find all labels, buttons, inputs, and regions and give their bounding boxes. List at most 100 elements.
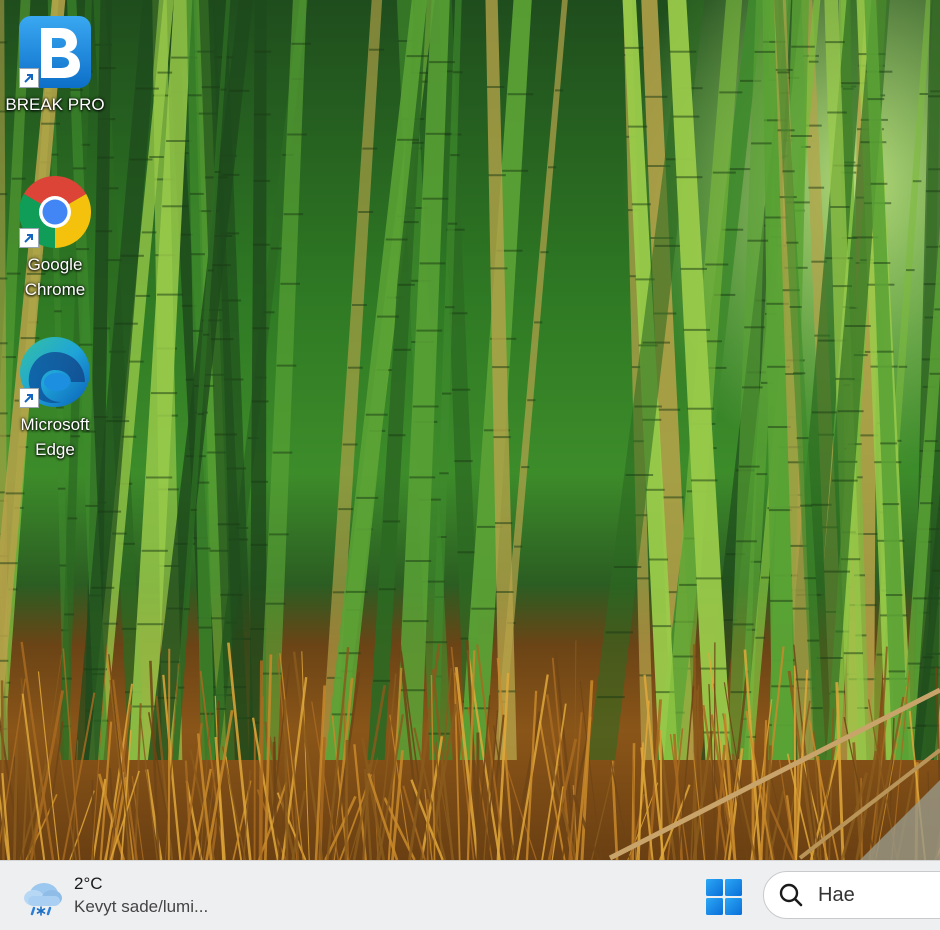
bamboo-node xyxy=(654,244,683,247)
desktop[interactable]: BREAK PRO Google Chrome Microsoft Edge xyxy=(0,0,940,860)
bamboo-node xyxy=(254,50,272,53)
bamboo-node xyxy=(251,400,269,403)
desktop-icon-google-chrome[interactable]: Google Chrome xyxy=(4,175,106,302)
bamboo-node xyxy=(412,405,439,408)
bamboo-node xyxy=(276,364,297,367)
bamboo-node xyxy=(397,283,415,286)
windows-logo-icon xyxy=(706,879,742,915)
bamboo-node xyxy=(338,652,361,655)
search-placeholder: Hae xyxy=(818,883,855,906)
search-box[interactable]: Hae xyxy=(763,871,940,919)
grass-blade xyxy=(659,730,663,860)
bamboo-node xyxy=(636,577,650,580)
desktop-icon-label: BREAK PRO xyxy=(5,95,105,114)
bamboo-node xyxy=(287,133,307,136)
bamboo-node xyxy=(347,366,363,369)
weather-description: Kevyt sade/lumi... xyxy=(74,897,209,916)
bamboo-node xyxy=(253,243,270,246)
bamboo-node xyxy=(534,321,543,324)
bamboo-node xyxy=(397,138,419,141)
shortcut-arrow-icon xyxy=(19,388,39,408)
bamboo-node xyxy=(97,156,114,159)
bamboo-node xyxy=(64,613,74,616)
bamboo-node xyxy=(742,386,763,389)
bamboo-node xyxy=(807,639,820,642)
bamboo-node xyxy=(190,508,197,511)
bamboo-node xyxy=(141,549,168,552)
bamboo-node xyxy=(62,677,72,680)
bamboo-node xyxy=(215,707,227,710)
bamboo-node xyxy=(873,262,891,264)
bamboo-node xyxy=(777,71,790,74)
bamboo-node xyxy=(540,251,549,254)
weather-temperature: 2°C xyxy=(74,874,103,893)
bamboo-wallpaper xyxy=(0,0,940,860)
bamboo-node xyxy=(203,333,210,336)
bamboo-node xyxy=(919,93,929,95)
bamboo-node xyxy=(729,168,751,171)
bamboo-node xyxy=(114,322,138,325)
bamboo-node xyxy=(882,503,900,506)
bamboo-node xyxy=(283,213,304,216)
bamboo-node xyxy=(496,591,514,593)
grass-blade xyxy=(259,696,264,860)
bamboo-node xyxy=(162,205,189,208)
bamboo-node xyxy=(84,668,107,671)
bamboo-node xyxy=(673,655,697,658)
bamboo-node xyxy=(365,413,388,416)
bamboo-node xyxy=(401,221,419,224)
bamboo-node xyxy=(250,543,268,546)
bamboo-node xyxy=(416,329,443,332)
bamboo-node xyxy=(824,570,850,573)
bamboo-node xyxy=(719,91,743,94)
bamboo-node xyxy=(0,562,18,565)
bamboo-node xyxy=(451,388,471,391)
bamboo-node xyxy=(419,262,446,265)
bamboo-node xyxy=(888,670,906,673)
bamboo-node xyxy=(736,540,757,543)
bamboo-node xyxy=(388,434,406,437)
bamboo-node xyxy=(425,132,452,135)
bamboo-node xyxy=(924,440,938,443)
bamboo-node xyxy=(554,89,564,92)
desktop-icon-microsoft-edge[interactable]: Microsoft Edge xyxy=(4,336,106,462)
bamboo-node xyxy=(870,182,888,185)
walking-path xyxy=(860,780,940,860)
label-line: Microsoft xyxy=(20,415,90,434)
bamboo-node xyxy=(761,576,771,579)
bamboo-node xyxy=(755,473,768,476)
bamboo-node xyxy=(660,496,684,499)
weather-widget[interactable]: 2°C Kevyt sade/lumi... xyxy=(22,869,208,923)
bamboo-node xyxy=(907,662,922,665)
bamboo-node xyxy=(782,170,795,173)
bamboo-node xyxy=(254,113,271,116)
bamboo-node xyxy=(747,239,769,242)
bamboo-node xyxy=(129,360,144,363)
search-icon xyxy=(779,883,803,907)
bamboo-node xyxy=(613,566,642,568)
bamboo-node xyxy=(800,504,813,507)
bamboo-node xyxy=(705,263,729,266)
bamboo-node xyxy=(220,88,227,91)
bamboo-node xyxy=(338,508,354,511)
start-button[interactable] xyxy=(704,877,744,917)
bamboo-node xyxy=(652,625,672,628)
bamboo-node xyxy=(657,408,681,411)
bamboo-node xyxy=(687,407,714,410)
bamboo-node xyxy=(928,95,940,98)
bamboo-node xyxy=(373,679,391,682)
bamboo-node xyxy=(342,443,358,446)
bamboo-node xyxy=(934,308,940,311)
bamboo-node xyxy=(5,492,25,495)
desktop-icon-break-pro[interactable]: BREAK PRO xyxy=(4,16,106,117)
bamboo-node xyxy=(98,510,122,513)
bamboo-node xyxy=(628,125,648,128)
bamboo-node xyxy=(120,254,144,257)
bamboo-node xyxy=(229,89,250,92)
chrome-icon xyxy=(18,175,92,249)
break-pro-icon xyxy=(19,16,91,88)
bamboo-node xyxy=(429,61,455,64)
bamboo-node xyxy=(402,620,429,623)
bamboo-node xyxy=(648,558,668,561)
bamboo-node xyxy=(880,442,897,445)
